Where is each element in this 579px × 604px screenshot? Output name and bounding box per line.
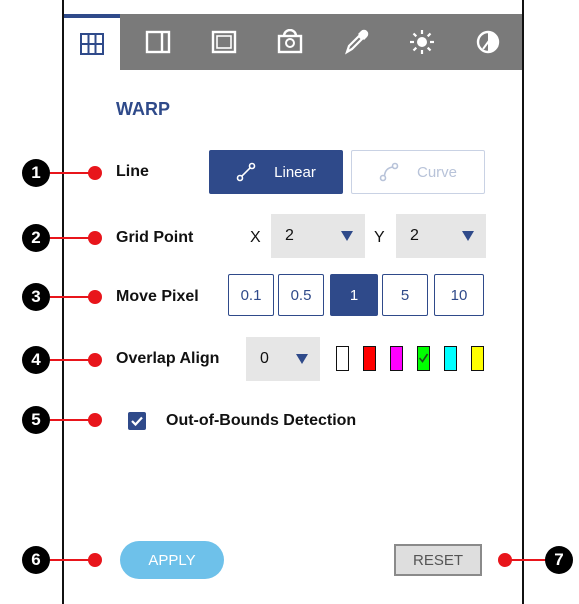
swatch-green[interactable] [417,346,430,371]
grid-x-value: 2 [285,227,294,244]
grid-x-label: X [250,229,261,246]
swatch-white[interactable] [336,346,349,371]
callout-5-dot [88,413,102,427]
callout-6-leader [50,559,92,561]
tab-grid[interactable] [64,14,120,70]
swatch-cyan[interactable] [444,346,457,371]
overlap-align-label: Overlap Align [116,350,220,367]
warp-panel: WARP Line Linear Curve Grid Point X 2 Y … [62,0,524,604]
swatch-yellow[interactable] [471,346,484,371]
grid-x-dropdown[interactable]: 2 [271,214,365,258]
tab-color-picker[interactable] [328,14,384,70]
chevron-down-icon [341,231,353,241]
move-pixel-0-1-button[interactable]: 0.1 [228,274,274,316]
move-pixel-1-button[interactable]: 1 [330,274,378,316]
chevron-down-icon [462,231,474,241]
linear-line-icon [236,162,256,182]
move-pixel-10-button[interactable]: 10 [434,274,484,316]
swatch-magenta[interactable] [390,346,403,371]
grid-point-label: Grid Point [116,229,194,246]
curve-button[interactable]: Curve [351,150,485,194]
checkmark-icon [418,353,429,363]
frame-icon [211,30,237,54]
callout-6: 6 [22,546,50,574]
callout-1: 1 [22,159,50,187]
tab-brightness[interactable] [394,14,450,70]
linear-button[interactable]: Linear [209,150,343,194]
callout-2: 2 [22,224,50,252]
overlap-align-value: 0 [260,350,269,367]
callout-7: 7 [545,546,573,574]
curve-line-icon [379,162,399,182]
callout-2-leader [50,237,92,239]
callout-6-dot [88,553,102,567]
panel-left-icon [145,30,171,54]
swatch-red[interactable] [363,346,376,371]
callout-3-leader [50,296,92,298]
callout-5: 5 [22,406,50,434]
grid-icon [80,33,104,55]
grid-y-dropdown[interactable]: 2 [396,214,486,258]
tab-panel-left[interactable] [130,14,186,70]
checkmark-icon [131,416,143,427]
line-label: Line [116,163,149,180]
callout-4-dot [88,353,102,367]
overlap-align-dropdown[interactable]: 0 [246,337,320,381]
mask-icon [277,29,303,54]
brightness-icon [410,30,434,54]
move-pixel-0-5-button[interactable]: 0.5 [278,274,324,316]
callout-1-leader [50,172,92,174]
move-pixel-5-button[interactable]: 5 [382,274,428,316]
callout-4: 4 [22,346,50,374]
grid-y-value: 2 [410,227,419,244]
tab-contrast[interactable] [460,14,516,70]
curve-label: Curve [416,163,457,181]
tab-mask[interactable] [262,14,318,70]
tab-bar [64,14,522,70]
color-picker-icon [345,29,369,55]
callout-4-leader [50,359,92,361]
chevron-down-icon [296,354,308,364]
callout-5-leader [50,419,92,421]
section-title: WARP [116,99,170,119]
callout-1-dot [88,166,102,180]
linear-label: Linear [274,163,316,181]
tab-frame[interactable] [196,14,252,70]
move-pixel-label: Move Pixel [116,288,199,305]
contrast-icon [476,30,500,54]
out-of-bounds-checkbox[interactable] [128,412,146,430]
callout-2-dot [88,231,102,245]
callout-7-leader [505,559,547,561]
out-of-bounds-label: Out-of-Bounds Detection [166,412,357,429]
grid-y-label: Y [374,229,385,246]
callout-3: 3 [22,283,50,311]
reset-button[interactable]: RESET [394,544,482,576]
apply-button[interactable]: APPLY [120,541,224,579]
callout-3-dot [88,290,102,304]
